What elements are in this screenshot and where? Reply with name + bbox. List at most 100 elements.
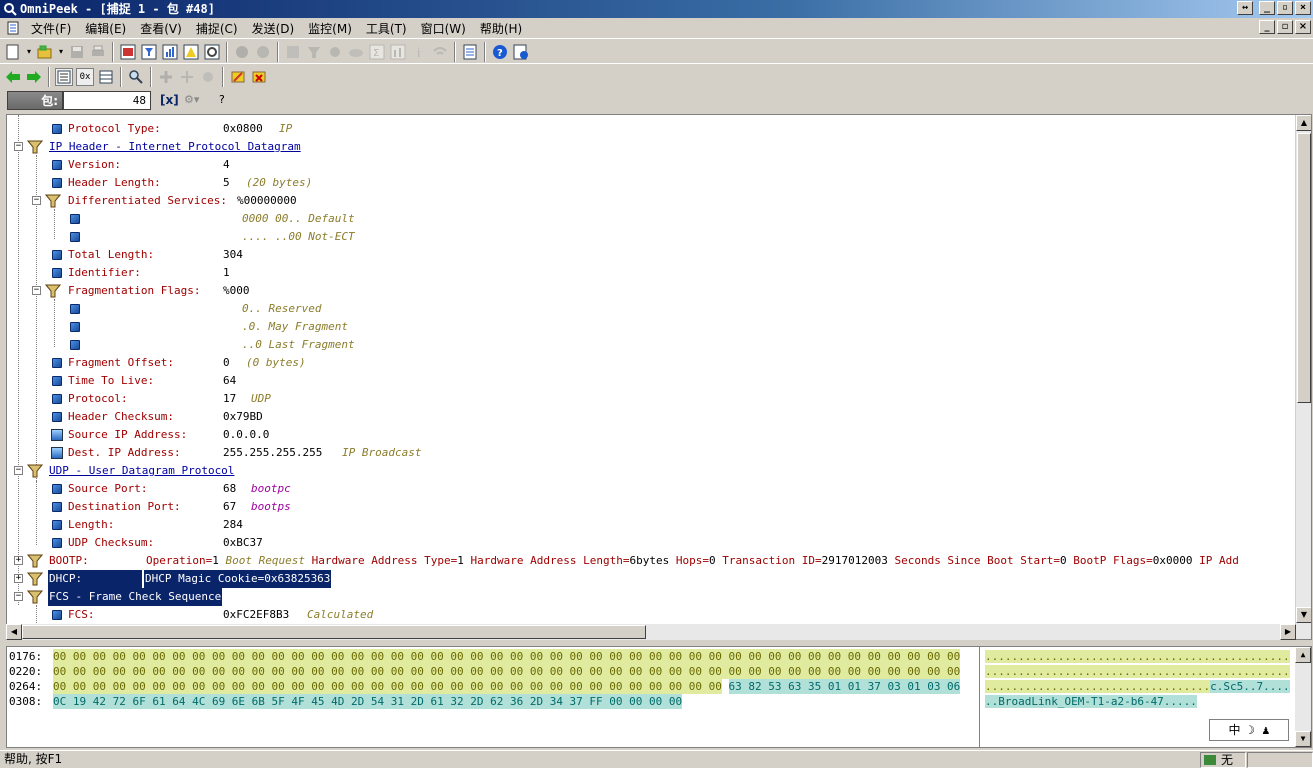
scroll-up-arrow-icon[interactable]: ▲	[1295, 647, 1311, 663]
collapse-toggle[interactable]: −	[14, 592, 23, 601]
tree-row[interactable]: Total Length: 304	[7, 246, 1297, 264]
tree-row[interactable]: FCS: 0xFC2EF8B3 Calculated	[7, 606, 1297, 624]
tree-row[interactable]: Protocol: 17 UDP	[7, 390, 1297, 408]
wireless-icon[interactable]	[431, 43, 449, 61]
packet-number-input[interactable]: 48	[63, 91, 151, 110]
decode-horizontal-scrollbar[interactable]: ◀ ▶	[6, 624, 1296, 640]
back-arrow-icon[interactable]	[4, 68, 22, 86]
tree-row[interactable]: ..0 Last Fragment	[7, 336, 1297, 354]
dropdown-arrow-icon[interactable]: ▾	[25, 43, 33, 61]
maximize-button[interactable]: ▫	[1277, 1, 1293, 15]
scroll-thumb[interactable]	[22, 625, 646, 639]
tree-row[interactable]: 0000 00.. Default	[7, 210, 1297, 228]
scroll-down-arrow-icon[interactable]: ▼	[1296, 607, 1311, 623]
menu-monitor[interactable]: 监控(M)	[301, 20, 359, 37]
node-icon[interactable]	[326, 43, 344, 61]
scroll-up-arrow-icon[interactable]: ▲	[1296, 115, 1311, 131]
info-icon[interactable]: i	[410, 43, 428, 61]
collapse-toggle[interactable]: −	[32, 196, 41, 205]
tree-row-dhcp[interactable]: + DHCP: DHCP Magic Cookie=0x63825363	[7, 570, 1297, 588]
filter-icon[interactable]	[140, 43, 158, 61]
scroll-down-arrow-icon[interactable]: ▼	[1295, 731, 1311, 747]
scroll-left-arrow-icon[interactable]: ◀	[6, 624, 22, 640]
tree-row[interactable]: Length: 284	[7, 516, 1297, 534]
mdi-minimize-button[interactable]: _	[1259, 20, 1275, 34]
capture-window-icon[interactable]	[119, 43, 137, 61]
network-icon[interactable]	[347, 43, 365, 61]
tree-row[interactable]: .... ..00 Not-ECT	[7, 228, 1297, 246]
edit-icon[interactable]	[229, 68, 247, 86]
tree-row[interactable]: Protocol Type: 0x0800 IP	[7, 120, 1297, 138]
tree-row[interactable]: Identifier: 1	[7, 264, 1297, 282]
menu-help[interactable]: 帮助(H)	[473, 20, 529, 37]
tree-row[interactable]: Dest. IP Address: 255.255.255.255 IP Bro…	[7, 444, 1297, 462]
menu-send[interactable]: 发送(D)	[245, 20, 302, 37]
expand-toggle[interactable]: +	[14, 574, 23, 583]
scroll-right-arrow-icon[interactable]: ▶	[1280, 624, 1296, 640]
help-button[interactable]: ?	[219, 93, 225, 106]
tree-row[interactable]: − Fragmentation Flags: %000	[7, 282, 1297, 300]
context-help-icon[interactable]	[512, 43, 530, 61]
stop-capture-icon[interactable]	[254, 43, 272, 61]
alarm-icon[interactable]	[182, 43, 200, 61]
tree-row[interactable]: Source IP Address: 0.0.0.0	[7, 426, 1297, 444]
tree-row-udp-header[interactable]: − UDP - User Datagram Protocol	[7, 462, 1297, 480]
tree-row[interactable]: 0.. Reserved	[7, 300, 1297, 318]
hex-vertical-scrollbar[interactable]: ▲ ▼	[1295, 647, 1311, 747]
menu-capture[interactable]: 捕捉(C)	[189, 20, 245, 37]
find-icon[interactable]	[127, 68, 145, 86]
tree-row[interactable]: Fragment Offset: 0 (0 bytes)	[7, 354, 1297, 372]
mdi-close-button[interactable]: ×	[1295, 20, 1311, 34]
decode-view-icon[interactable]	[55, 67, 73, 86]
close-button[interactable]: ×	[1295, 1, 1311, 15]
ime-indicator[interactable]: 中 ☽ ♟	[1209, 719, 1289, 741]
graph-icon[interactable]	[389, 43, 407, 61]
dropdown-arrow-icon[interactable]: ▾	[57, 43, 65, 61]
tree-row[interactable]: Version: 4	[7, 156, 1297, 174]
help-icon[interactable]: ?	[491, 43, 509, 61]
decode-icon[interactable]	[284, 43, 302, 61]
forward-arrow-icon[interactable]	[25, 68, 43, 86]
scroll-thumb[interactable]	[1297, 133, 1311, 403]
protocol-filter-icon[interactable]	[305, 43, 323, 61]
collapse-toggle[interactable]: −	[14, 142, 23, 151]
document-icon[interactable]	[6, 21, 20, 35]
collapse-icon[interactable]	[199, 68, 217, 86]
menu-window[interactable]: 窗口(W)	[414, 20, 473, 37]
clear-button[interactable]: [x]	[160, 93, 179, 107]
resize-grip[interactable]	[1247, 752, 1313, 768]
menu-edit[interactable]: 编辑(E)	[78, 20, 133, 37]
open-icon[interactable]	[36, 43, 54, 61]
statistics-icon[interactable]	[161, 43, 179, 61]
tree-row-bootp[interactable]: + BOOTP: Operation=1 Boot Request Hardwa…	[7, 552, 1297, 570]
expand-toggle[interactable]: +	[14, 556, 23, 565]
tree-row-fcs-header[interactable]: − FCS - Frame Check Sequence	[7, 588, 1297, 606]
mdi-restore-button[interactable]: ▫	[1277, 20, 1293, 34]
table-view-icon[interactable]	[97, 68, 115, 86]
hex-view-icon[interactable]: 0x	[76, 67, 94, 86]
tree-row[interactable]: Time To Live: 64	[7, 372, 1297, 390]
expand-icon[interactable]	[178, 68, 196, 86]
tree-row[interactable]: Destination Port: 67 bootps	[7, 498, 1297, 516]
expert-icon[interactable]	[203, 43, 221, 61]
start-capture-icon[interactable]	[233, 43, 251, 61]
tree-row[interactable]: UDP Checksum: 0xBC37	[7, 534, 1297, 552]
delete-icon[interactable]	[250, 68, 268, 86]
add-icon[interactable]	[157, 68, 175, 86]
tree-row[interactable]: − Differentiated Services: %00000000	[7, 192, 1297, 210]
collapse-toggle[interactable]: −	[32, 286, 41, 295]
options-icon[interactable]	[461, 43, 479, 61]
restore-size-button[interactable]: ↔	[1237, 1, 1253, 15]
tree-row[interactable]: Header Length: 5 (20 bytes)	[7, 174, 1297, 192]
tree-row[interactable]: Source Port: 68 bootpc	[7, 480, 1297, 498]
save-icon[interactable]	[68, 43, 86, 61]
menu-tools[interactable]: 工具(T)	[359, 20, 414, 37]
menu-view[interactable]: 查看(V)	[133, 20, 189, 37]
tree-row[interactable]: .0. May Fragment	[7, 318, 1297, 336]
menu-file[interactable]: 文件(F)	[24, 20, 78, 37]
tree-row[interactable]: Header Checksum: 0x79BD	[7, 408, 1297, 426]
filter-dropdown-icon[interactable]: ⚙▾	[184, 93, 199, 106]
minimize-button[interactable]: _	[1259, 1, 1275, 15]
collapse-toggle[interactable]: −	[14, 466, 23, 475]
print-icon[interactable]	[89, 43, 107, 61]
